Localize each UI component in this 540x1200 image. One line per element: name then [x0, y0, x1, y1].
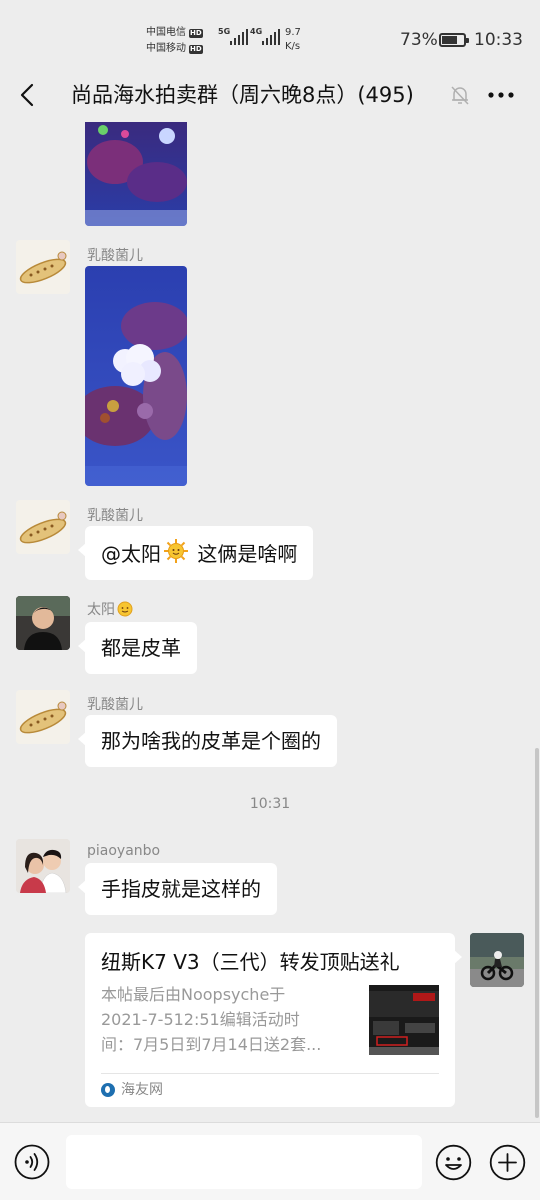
message-photo-coral-1[interactable] — [85, 122, 187, 226]
message-bubble[interactable]: 都是皮革 — [78, 622, 197, 674]
battery-percent: 73% — [400, 30, 438, 50]
mute-bell-icon — [451, 86, 469, 105]
more-icon[interactable] — [486, 83, 516, 107]
carrier-2: 中国移动 — [146, 43, 186, 54]
couple-avatar-icon — [16, 839, 70, 893]
message-timestamp: 10:31 — [249, 796, 291, 812]
person-avatar-icon — [16, 596, 70, 650]
card-desc-line: 间：7月5日到7月14日送2套... — [101, 1035, 322, 1054]
speed-unit: K/s — [285, 41, 301, 52]
battery-icon — [439, 33, 469, 47]
card-thumbnail — [369, 985, 439, 1055]
network-type-1: 5G — [218, 27, 231, 36]
message-bubble[interactable]: 手指皮就是这样的 — [78, 863, 277, 915]
share-link-card[interactable]: 纽斯K7 V3（三代）转发顶贴送礼 本帖最后由Noopsyche于 2021-7… — [85, 933, 462, 1107]
message-input[interactable] — [66, 1135, 422, 1189]
sender-name: piaoyanbo — [87, 843, 161, 859]
source-logo-icon — [101, 1083, 115, 1097]
motorcycle-avatar-icon — [470, 933, 524, 987]
sender-name: 乳酸菌儿 — [87, 508, 143, 524]
chat-header: 尚品海水拍卖群（周六晚8点）(495) — [0, 70, 540, 122]
card-source-name: 海友网 — [121, 1082, 163, 1098]
signal-1-icon: 5G — [218, 27, 248, 45]
lactobacillus-avatar-icon — [16, 690, 70, 744]
sender-name: 太阳 — [87, 602, 115, 618]
sender-name: 乳酸菌儿 — [87, 697, 143, 713]
sun-emoji-icon — [164, 539, 188, 563]
card-desc-line: 本帖最后由Noopsyche于 — [101, 985, 286, 1004]
card-desc-line: 2021-7-512:51编辑活动时 — [101, 1010, 300, 1029]
avatar[interactable] — [16, 839, 70, 893]
hd-badge-1: HD — [189, 28, 203, 38]
message-photo-coral-2[interactable] — [85, 266, 187, 486]
card-divider — [101, 1073, 439, 1074]
network-type-2: 4G — [250, 27, 263, 36]
lactobacillus-avatar-icon — [16, 500, 70, 554]
card-title: 纽斯K7 V3（三代）转发顶贴送礼 — [101, 950, 400, 974]
message-text: 那为啥我的皮革是个圈的 — [101, 729, 321, 753]
signal-2-icon: 4G — [250, 27, 280, 45]
carrier-1: 中国电信 — [146, 27, 186, 38]
status-time: 10:33 — [474, 30, 523, 50]
card-source: 海友网 — [101, 1080, 163, 1100]
carrier-info: 中国电信 HD 中国移动 HD — [146, 25, 203, 57]
smile-emoji-icon — [117, 601, 133, 617]
emoji-icon[interactable] — [435, 1144, 472, 1181]
plus-icon[interactable] — [489, 1144, 526, 1181]
message-bubble[interactable]: @太阳 这俩是啥啊 — [77, 526, 314, 580]
message-mention: @太阳 — [101, 542, 161, 566]
lactobacillus-avatar-icon — [16, 240, 70, 294]
chat-title: 尚品海水拍卖群（周六晚8点）(495) — [71, 83, 414, 107]
message-text: 手指皮就是这样的 — [101, 877, 261, 901]
back-arrow-icon[interactable] — [14, 80, 44, 110]
message-bubble[interactable]: 那为啥我的皮革是个圈的 — [78, 715, 337, 767]
avatar[interactable] — [16, 240, 70, 294]
network-speed: 9.7 K/s — [285, 26, 301, 54]
sender-name-row: 太阳 — [87, 599, 133, 619]
voice-icon[interactable] — [14, 1144, 50, 1180]
status-bar: 中国电信 HD 中国移动 HD 5G 4G 9.7 K/s 73% 10:33 — [0, 0, 540, 70]
avatar[interactable] — [16, 500, 70, 554]
chat-messages[interactable]: 乳酸菌儿 乳酸菌儿 @太阳 这俩是啥啊 太阳 都是皮革 乳酸菌儿 那为啥我的皮革… — [0, 122, 540, 1122]
message-text: 都是皮革 — [101, 636, 181, 660]
card-description: 本帖最后由Noopsyche于 2021-7-512:51编辑活动时 间：7月5… — [101, 982, 351, 1057]
sender-name: 乳酸菌儿 — [87, 248, 143, 264]
avatar-self[interactable] — [470, 933, 524, 987]
scrollbar[interactable] — [535, 748, 539, 1118]
input-bar — [0, 1122, 540, 1200]
avatar[interactable] — [16, 690, 70, 744]
avatar[interactable] — [16, 596, 70, 650]
message-text: 这俩是啥啊 — [191, 542, 298, 566]
hd-badge-2: HD — [189, 44, 203, 54]
speed-value: 9.7 — [285, 27, 301, 38]
